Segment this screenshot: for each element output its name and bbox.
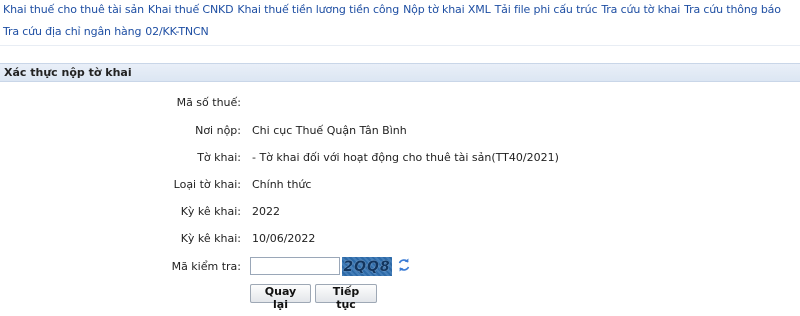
section-title: Xác thực nộp tờ khai [4,66,132,79]
refresh-icon-svg [398,258,410,272]
menu-row-2: Tra cứu địa chỉ ngân hàng 02/KK-TNCN [3,25,213,38]
continue-button[interactable]: Tiếp tục [315,284,377,311]
tax-code-row: Mã số thuế: [0,96,800,114]
period-label-1: Kỳ kê khai: [180,205,241,218]
top-menu: Khai thuế cho thuê tài sản Khai thuế CNK… [0,0,800,46]
captcha-text: 2QQ8 [343,258,391,275]
captcha-input[interactable] [250,257,340,275]
page: Khai thuế cho thuê tài sản Khai thuế CNK… [0,0,800,316]
menu-item-02-kk-tncn[interactable]: 02/KK-TNCN [145,25,208,38]
declaration-value: - Tờ khai đối với hoạt động cho thuê tài… [252,151,559,164]
place-label: Nơi nộp: [195,124,241,137]
period-row-1: Kỳ kê khai: 2022 [0,205,800,223]
type-value: Chính thức [252,178,312,191]
period-value-1: 2022 [252,205,280,218]
refresh-icon[interactable] [397,257,411,273]
back-button[interactable]: Quay lại [250,284,311,311]
type-label: Loại tờ khai: [173,178,241,191]
period-label-2: Kỳ kê khai: [180,232,241,245]
menu-item-upload-file[interactable]: Tải file phi cấu trúc [495,3,598,16]
declaration-label: Tờ khai: [197,151,241,164]
captcha-label: Mã kiểm tra: [171,260,241,273]
menu-item-rental-tax[interactable]: Khai thuế cho thuê tài sản [3,3,144,16]
period-row-2: Kỳ kê khai: 10/06/2022 [0,232,800,250]
captcha-row: Mã kiểm tra: 2QQ8 [0,257,800,278]
period-value-2: 10/06/2022 [252,232,316,245]
menu-item-business-tax[interactable]: Khai thuế CNKD [148,3,234,16]
captcha-image: 2QQ8 [342,257,392,276]
declaration-row: Tờ khai: - Tờ khai đối với hoạt động cho… [0,151,800,169]
menu-divider [0,45,800,46]
menu-item-search-declaration[interactable]: Tra cứu tờ khai [601,3,680,16]
menu-item-salary-tax[interactable]: Khai thuế tiền lương tiền công [237,3,399,16]
section-header: Xác thực nộp tờ khai [0,63,800,82]
place-row: Nơi nộp: Chi cục Thuế Quận Tân Bình [0,124,800,142]
menu-item-bank-address[interactable]: Tra cứu địa chỉ ngân hàng [3,25,141,38]
menu-row-1: Khai thuế cho thuê tài sản Khai thuế CNK… [3,3,785,16]
place-value: Chi cục Thuế Quận Tân Bình [252,124,407,137]
menu-item-submit-xml[interactable]: Nộp tờ khai XML [403,3,491,16]
type-row: Loại tờ khai: Chính thức [0,178,800,196]
menu-item-search-notice[interactable]: Tra cứu thông báo [684,3,781,16]
tax-code-label: Mã số thuế: [176,96,241,109]
